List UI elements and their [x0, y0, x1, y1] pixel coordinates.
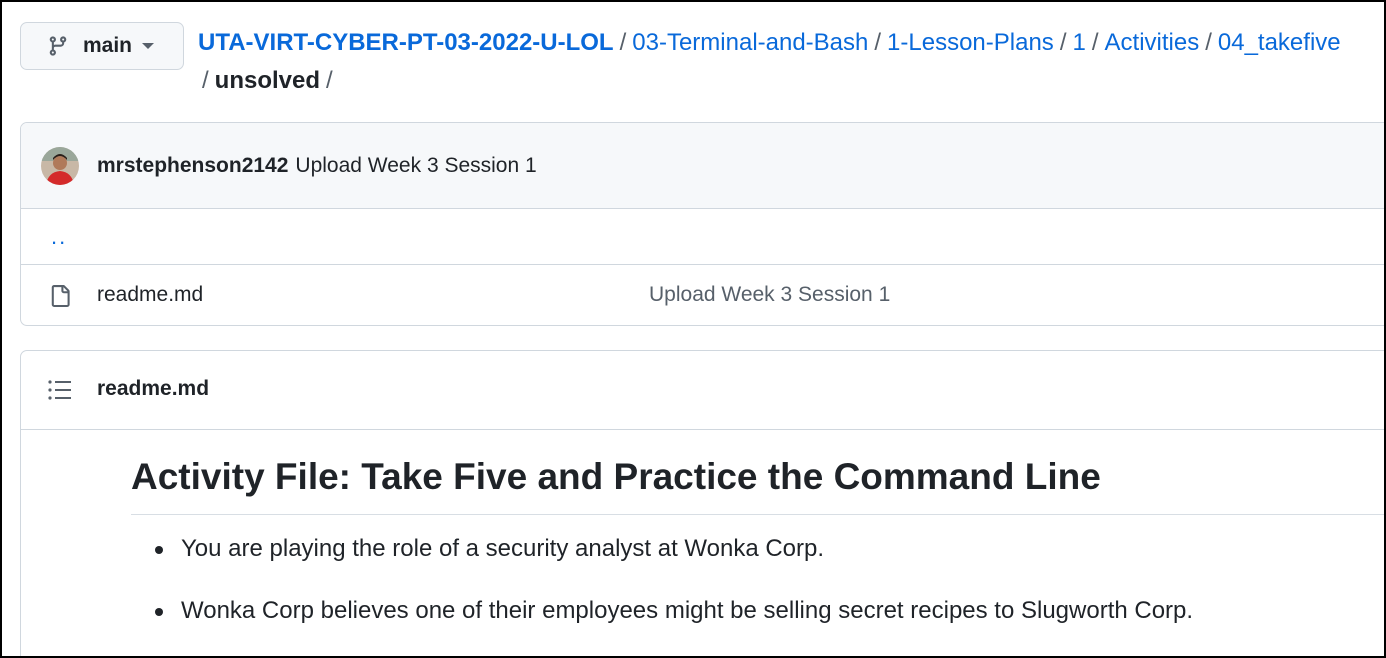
- readme-bullet-list: You are playing the role of a security a…: [131, 533, 1384, 627]
- commit-message-link[interactable]: Upload Week 3 Session 1: [295, 154, 536, 178]
- parent-directory-link[interactable]: ..: [51, 224, 67, 250]
- breadcrumb-link-activities[interactable]: Activities: [1105, 29, 1200, 56]
- avatar[interactable]: [41, 146, 79, 185]
- list-item: Wonka Corp believes one of their employe…: [155, 595, 1384, 627]
- readme-heading: Activity File: Take Five and Practice th…: [131, 429, 1384, 515]
- commit-author-link[interactable]: mrstephenson2142: [97, 154, 288, 178]
- chevron-down-icon: [142, 43, 155, 49]
- file-icon: [51, 285, 70, 307]
- breadcrumb-separator: /: [1059, 29, 1067, 56]
- breadcrumb-separator: /: [874, 29, 882, 56]
- table-of-contents-icon[interactable]: [47, 379, 73, 401]
- file-list-box: mrstephenson2142 Upload Week 3 Session 1…: [20, 122, 1384, 326]
- readme-content: Activity File: Take Five and Practice th…: [131, 429, 1384, 656]
- avatar-image: [41, 146, 79, 185]
- breadcrumb-link-takefive[interactable]: 04_takefive: [1218, 29, 1341, 56]
- table-row: readme.md Upload Week 3 Session 1: [21, 265, 1384, 325]
- breadcrumb-trailing-separator: /: [326, 67, 333, 94]
- breadcrumb: UTA-VIRT-CYBER-PT-03-2022-U-LOL/03-Termi…: [198, 24, 1383, 100]
- breadcrumb-repo-link[interactable]: UTA-VIRT-CYBER-PT-03-2022-U-LOL: [198, 29, 614, 56]
- branch-select-button[interactable]: main: [20, 22, 184, 70]
- readme-filename: readme.md: [97, 377, 210, 400]
- file-commit-message-link[interactable]: Upload Week 3 Session 1: [649, 283, 890, 307]
- breadcrumb-current-folder: unsolved: [214, 67, 321, 94]
- parent-directory-row: ..: [21, 209, 1384, 265]
- breadcrumb-separator: /: [619, 29, 627, 56]
- breadcrumb-separator: /: [1205, 29, 1212, 56]
- readme-box: readme.md Activity File: Take Five and P…: [20, 350, 1384, 656]
- latest-commit-header: mrstephenson2142 Upload Week 3 Session 1: [21, 123, 1384, 209]
- breadcrumb-separator: /: [202, 67, 209, 94]
- breadcrumb-link-1[interactable]: 1: [1072, 29, 1085, 56]
- breadcrumb-separator: /: [1091, 29, 1099, 56]
- breadcrumb-line-2: / unsolved /: [198, 62, 1383, 100]
- list-item: You are playing the role of a security a…: [155, 533, 1384, 565]
- readme-header: readme.md: [21, 351, 1384, 430]
- file-name-link[interactable]: readme.md: [97, 283, 203, 307]
- git-branch-icon: [49, 36, 67, 56]
- breadcrumb-link-lesson-plans[interactable]: 1-Lesson-Plans: [887, 29, 1054, 56]
- breadcrumb-link-terminal-and-bash[interactable]: 03-Terminal-and-Bash: [632, 29, 868, 56]
- page-frame: main UTA-VIRT-CYBER-PT-03-2022-U-LOL/03-…: [0, 0, 1386, 658]
- branch-label: main: [83, 34, 133, 57]
